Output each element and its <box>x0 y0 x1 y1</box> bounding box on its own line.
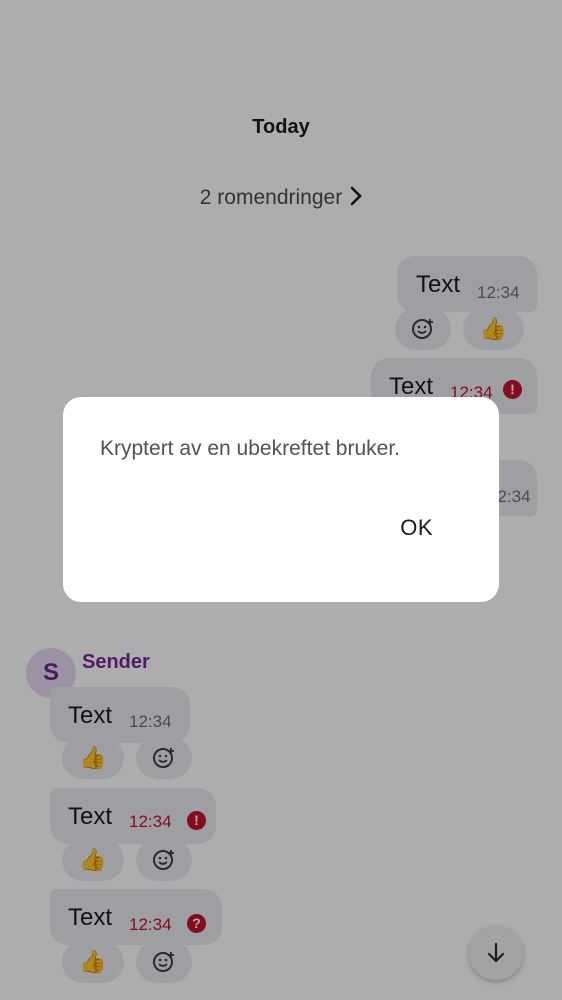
ok-button[interactable]: OK <box>400 515 433 541</box>
alert-dialog: Kryptert av en ubekreftet bruker. OK <box>63 397 499 602</box>
dialog-message: Kryptert av en ubekreftet bruker. <box>100 437 400 460</box>
